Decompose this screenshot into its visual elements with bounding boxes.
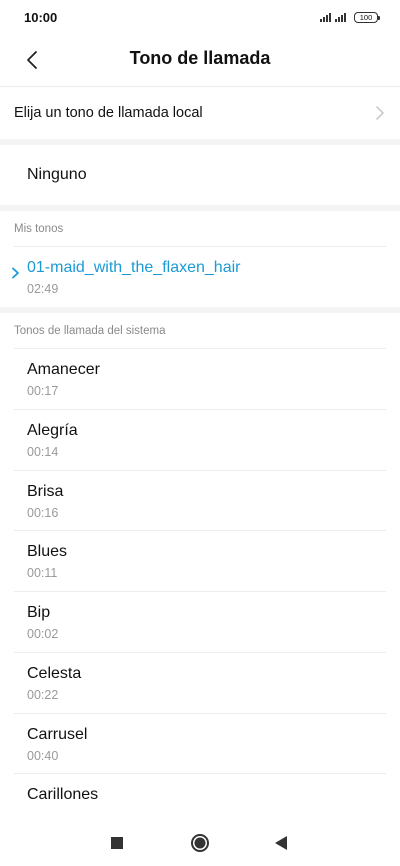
tone-duration: 00:40 xyxy=(27,749,59,763)
tone-name: Carrusel xyxy=(27,726,88,743)
title-bar: Tono de llamada xyxy=(0,34,400,84)
navigation-bar xyxy=(0,818,400,866)
list-item-my-tone[interactable]: 01-maid_with_the_flaxen_hair 02:49 xyxy=(0,247,400,307)
choose-local-ringtone-label: Elija un tono de llamada local xyxy=(14,105,203,121)
status-bar: 10:00 100 xyxy=(0,0,400,34)
tone-name: Alegría xyxy=(27,422,78,439)
tone-duration: 00:17 xyxy=(27,384,59,398)
section-header-system-tones: Tonos de llamada del sistema xyxy=(14,325,166,337)
list-item-system-tone[interactable]: Carillones xyxy=(0,774,400,818)
list-item-system-tone[interactable]: Amanecer 00:17 xyxy=(0,349,400,409)
page-title: Tono de llamada xyxy=(129,48,271,68)
choose-local-ringtone[interactable]: Elija un tono de llamada local xyxy=(0,87,400,139)
list-item-system-tone[interactable]: Brisa 00:16 xyxy=(0,471,400,531)
list-item-system-tone[interactable]: Bip 00:02 xyxy=(0,592,400,652)
section-gap xyxy=(0,307,400,313)
tone-name: 01-maid_with_the_flaxen_hair xyxy=(27,259,241,276)
list-item-system-tone[interactable]: Carrusel 00:40 xyxy=(0,714,400,774)
recents-button[interactable] xyxy=(106,832,128,854)
list-item-system-tone[interactable]: Alegría 00:14 xyxy=(0,410,400,470)
tone-name: Brisa xyxy=(27,483,64,500)
back-triangle-icon xyxy=(275,836,287,850)
tone-duration: 00:22 xyxy=(27,688,59,702)
back-nav-button[interactable] xyxy=(270,832,292,854)
signal-icon xyxy=(320,12,331,22)
tone-name: Blues xyxy=(27,543,68,560)
tone-duration: 00:11 xyxy=(27,566,58,580)
home-button[interactable] xyxy=(189,832,211,854)
list-item-system-tone[interactable]: Celesta 00:22 xyxy=(0,653,400,713)
tone-name: Bip xyxy=(27,604,51,621)
section-header-my-tones: Mis tonos xyxy=(14,223,64,235)
tone-name: Carillones xyxy=(27,786,99,803)
tone-duration: 00:14 xyxy=(27,445,59,459)
tone-duration: 00:02 xyxy=(27,627,59,641)
recents-square-icon xyxy=(111,837,123,849)
option-none-label: Ninguno xyxy=(27,166,87,183)
section-gap xyxy=(0,205,400,211)
ringtone-screen: 10:00 100 Tono de llamada Elija un tono … xyxy=(0,0,400,866)
tone-duration: 00:16 xyxy=(27,506,59,520)
tone-duration: 02:49 xyxy=(27,282,59,296)
chevron-right-icon xyxy=(12,267,19,279)
signal-icon xyxy=(335,12,346,22)
chevron-right-icon xyxy=(376,106,384,120)
battery-icon: 100 xyxy=(354,11,380,23)
option-none[interactable]: Ninguno xyxy=(0,145,400,205)
status-icons: 100 xyxy=(320,11,380,23)
status-time: 10:00 xyxy=(24,9,58,25)
list-item-system-tone[interactable]: Blues 00:11 xyxy=(0,531,400,591)
tone-name: Amanecer xyxy=(27,361,100,378)
home-circle-icon xyxy=(191,834,209,852)
tone-name: Celesta xyxy=(27,665,82,682)
